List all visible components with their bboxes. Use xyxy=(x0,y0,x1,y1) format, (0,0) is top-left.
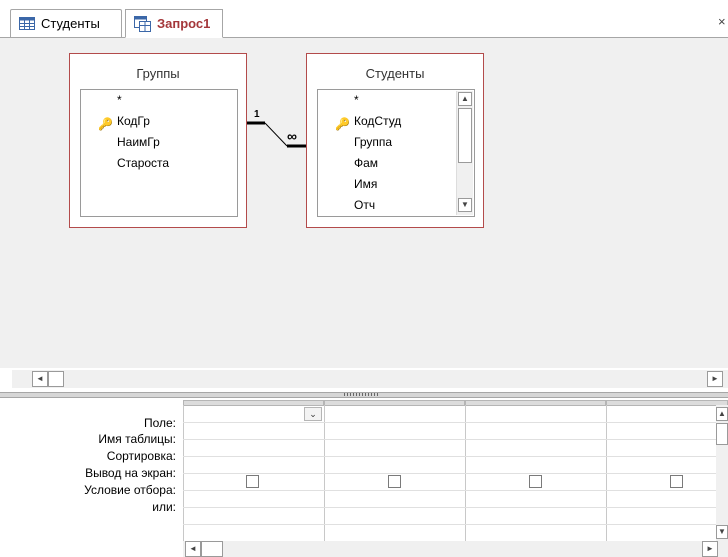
row-label-table: Имя таблицы: xyxy=(98,432,176,446)
scroll-left-icon[interactable]: ◄ xyxy=(185,541,201,557)
scroll-thumb[interactable] xyxy=(48,371,64,387)
show-checkbox[interactable] xyxy=(670,475,683,488)
tab-students[interactable]: Студенты xyxy=(10,9,122,37)
document-tab-bar: Студенты Запрос1 × xyxy=(0,0,728,38)
row-label-criteria: Условие отбора: xyxy=(84,483,176,497)
scroll-up-icon[interactable]: ▲ xyxy=(716,407,728,421)
show-checkbox[interactable] xyxy=(246,475,259,488)
scroll-down-icon[interactable]: ▼ xyxy=(716,525,728,539)
tab-query1-label: Запрос1 xyxy=(157,16,211,31)
design-grid[interactable]: ⌄ xyxy=(183,400,728,541)
close-tab-icon[interactable]: × xyxy=(718,14,726,29)
scroll-right-icon[interactable]: ► xyxy=(702,541,718,557)
show-checkbox[interactable] xyxy=(388,475,401,488)
column-selector[interactable] xyxy=(465,400,606,406)
query-design-pane[interactable]: Группы * 🔑 КодГр НаимГр Староста Студент… xyxy=(0,38,728,368)
relationship-one-label: 1 xyxy=(254,109,260,120)
grid-row-labels: Поле: Имя таблицы: Сортировка: Вывод на … xyxy=(0,410,176,530)
column-selector[interactable] xyxy=(183,400,324,406)
scroll-thumb[interactable] xyxy=(716,423,728,445)
relationship-line[interactable]: 1 ∞ xyxy=(0,38,728,368)
scroll-thumb[interactable] xyxy=(201,541,223,557)
show-checkbox[interactable] xyxy=(529,475,542,488)
tab-students-label: Студенты xyxy=(41,16,100,31)
relationship-many-label: ∞ xyxy=(287,128,297,144)
table-icon xyxy=(19,17,35,30)
design-horizontal-scrollbar[interactable]: ◄ ► xyxy=(12,370,728,388)
splitter-grip[interactable] xyxy=(344,393,380,396)
grid-horizontal-scrollbar[interactable]: ◄ ► xyxy=(183,541,728,557)
field-dropdown-icon[interactable]: ⌄ xyxy=(304,407,322,421)
row-label-or: или: xyxy=(152,500,176,514)
scroll-left-icon[interactable]: ◄ xyxy=(32,371,48,387)
column-selector[interactable] xyxy=(606,400,728,406)
row-label-field: Поле: xyxy=(143,416,176,430)
row-label-sort: Сортировка: xyxy=(106,449,176,463)
row-label-show: Вывод на экран: xyxy=(85,466,176,480)
tab-query1[interactable]: Запрос1 xyxy=(125,9,223,38)
query-icon xyxy=(134,15,151,32)
scroll-right-icon[interactable]: ► xyxy=(707,371,723,387)
column-selector[interactable] xyxy=(324,400,465,406)
grid-vertical-scrollbar[interactable]: ▲ ▼ xyxy=(716,405,728,541)
